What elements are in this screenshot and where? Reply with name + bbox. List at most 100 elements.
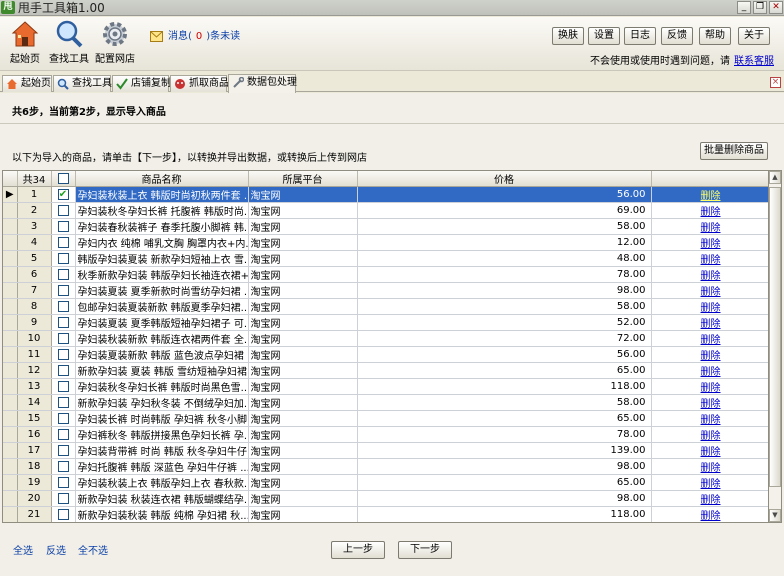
select-all-link[interactable]: 全选 <box>13 542 33 557</box>
delete-link[interactable]: 删除 <box>651 234 768 251</box>
row-checkbox[interactable] <box>57 492 69 504</box>
tab-home[interactable]: 起始页 <box>2 75 52 92</box>
row-checkbox-cell[interactable] <box>51 266 76 283</box>
row-checkbox[interactable] <box>57 364 69 376</box>
delete-link[interactable]: 删除 <box>651 378 768 395</box>
row-checkbox[interactable] <box>57 204 69 216</box>
table-row[interactable]: 13 孕妇装秋冬孕妇长裤 韩版时尚黑色雪... 淘宝网 118.00 删除 <box>3 378 768 395</box>
table-row[interactable]: 12 新款孕妇装 夏装 韩版 雪纺短袖孕妇裙... 淘宝网 65.00 删除 <box>3 362 768 379</box>
delete-link[interactable]: 删除 <box>651 346 768 363</box>
product-name-cell[interactable]: 孕妇内衣 纯棉 哺乳文胸 胸罩内衣+内... <box>75 234 249 251</box>
product-name-cell[interactable]: 孕妇装长裤 时尚韩版 孕妇裤 秋冬小脚... <box>75 410 249 427</box>
delete-link[interactable]: 删除 <box>651 394 768 411</box>
row-checkbox[interactable] <box>57 380 69 392</box>
tab-data-package[interactable]: 数据包处理 <box>228 74 297 93</box>
product-name-cell[interactable]: 孕妇装秋装新款 韩版连衣裙两件套 全... <box>75 330 249 347</box>
table-row[interactable]: 6 秋季新款孕妇装 韩版孕妇长袖连衣裙+... 淘宝网 78.00 删除 <box>3 266 768 283</box>
delete-link[interactable]: 删除 <box>651 314 768 331</box>
row-checkbox[interactable] <box>57 252 69 264</box>
select-all-header[interactable] <box>51 171 76 187</box>
table-row[interactable]: 2 孕妇装秋冬孕妇长裤 托腹裤 韩版时尚... 淘宝网 69.00 删除 <box>3 202 768 219</box>
restore-button[interactable]: ❐ <box>753 1 767 14</box>
product-name-cell[interactable]: 孕妇装夏装 夏季新款时尚雪纺孕妇裙 ... <box>75 282 249 299</box>
row-checkbox-cell[interactable]: ✔ <box>51 186 76 203</box>
product-name-cell[interactable]: 孕妇裤秋冬 韩版拼接黑色孕妇长裤 孕... <box>75 426 249 443</box>
row-checkbox-cell[interactable] <box>51 442 76 459</box>
prev-step-button[interactable]: 上一步 <box>331 541 385 559</box>
row-checkbox-cell[interactable] <box>51 346 76 363</box>
product-name-cell[interactable]: 新款孕妇装 秋装连衣裙 韩版蝴蝶结孕... <box>75 490 249 507</box>
product-name-cell[interactable]: 新款孕妇装秋装 韩版 纯棉 孕妇裙 秋... <box>75 506 249 522</box>
table-row[interactable]: 7 孕妇装夏装 夏季新款时尚雪纺孕妇裙 ... 淘宝网 98.00 删除 <box>3 282 768 299</box>
row-checkbox-cell[interactable] <box>51 202 76 219</box>
table-row[interactable]: ▶ 1 ✔ 孕妇装秋装上衣 韩版时尚初秋两件套 ... 淘宝网 56.00 删除 <box>3 186 768 203</box>
next-step-button[interactable]: 下一步 <box>398 541 452 559</box>
tab-grab-goods[interactable]: 抓取商品 <box>170 75 229 92</box>
table-row[interactable]: 21 新款孕妇装秋装 韩版 纯棉 孕妇裙 秋... 淘宝网 118.00 删除 <box>3 506 768 522</box>
delete-link[interactable]: 删除 <box>651 298 768 315</box>
delete-link[interactable]: 删除 <box>651 362 768 379</box>
scroll-up-arrow-icon[interactable]: ▲ <box>769 171 781 184</box>
contact-support-link[interactable]: 联系客服 <box>734 56 774 67</box>
product-name-cell[interactable]: 孕妇装春秋装裤子 春季托腹小脚裤 韩... <box>75 218 249 235</box>
row-checkbox[interactable] <box>57 412 69 424</box>
skin-button[interactable]: 换肤 <box>552 27 584 45</box>
delete-link[interactable]: 删除 <box>651 282 768 299</box>
row-checkbox-cell[interactable] <box>51 410 76 427</box>
config-shop-button[interactable]: 配置网店 <box>92 19 138 67</box>
minimize-button[interactable]: _ <box>737 1 751 14</box>
close-tab-button[interactable]: × <box>770 77 781 88</box>
table-row[interactable]: 20 新款孕妇装 秋装连衣裙 韩版蝴蝶结孕... 淘宝网 98.00 删除 <box>3 490 768 507</box>
table-row[interactable]: 16 孕妇裤秋冬 韩版拼接黑色孕妇长裤 孕... 淘宝网 78.00 删除 <box>3 426 768 443</box>
log-button[interactable]: 日志 <box>624 27 656 45</box>
row-checkbox[interactable] <box>57 508 69 520</box>
row-checkbox-cell[interactable] <box>51 362 76 379</box>
settings-button[interactable]: 设置 <box>588 27 620 45</box>
row-checkbox[interactable] <box>57 348 69 360</box>
scroll-thumb[interactable] <box>769 187 781 487</box>
delete-link[interactable]: 删除 <box>651 266 768 283</box>
delete-link[interactable]: 删除 <box>651 218 768 235</box>
platform-column-header[interactable]: 所属平台 <box>248 171 358 187</box>
row-checkbox-cell[interactable] <box>51 282 76 299</box>
batch-delete-button[interactable]: 批量删除商品 <box>700 142 768 160</box>
invert-selection-link[interactable]: 反选 <box>46 542 66 557</box>
product-name-cell[interactable]: 孕妇托腹裤 韩版 深蓝色 孕妇牛仔裤 ... <box>75 458 249 475</box>
row-checkbox-cell[interactable] <box>51 394 76 411</box>
row-checkbox[interactable] <box>57 396 69 408</box>
close-button[interactable]: ✕ <box>769 1 783 14</box>
table-row[interactable]: 9 孕妇装夏装 夏季韩版短袖孕妇裙子 可... 淘宝网 52.00 删除 <box>3 314 768 331</box>
product-name-cell[interactable]: 孕妇装秋装上衣 韩版时尚初秋两件套 ... <box>75 186 249 203</box>
table-row[interactable]: 14 新款孕妇装 孕妇秋冬装 不倒绒孕妇加... 淘宝网 58.00 删除 <box>3 394 768 411</box>
product-name-cell[interactable]: 孕妇装背带裤 时尚 韩版 秋冬孕妇牛仔... <box>75 442 249 459</box>
product-name-cell[interactable]: 孕妇装夏装新款 韩版 蓝色波点孕妇裙 ... <box>75 346 249 363</box>
about-button[interactable]: 关于 <box>738 27 770 45</box>
row-checkbox-cell[interactable] <box>51 298 76 315</box>
row-checkbox-cell[interactable] <box>51 490 76 507</box>
delete-link[interactable]: 删除 <box>651 442 768 459</box>
name-column-header[interactable]: 商品名称 <box>75 171 249 187</box>
table-row[interactable]: 3 孕妇装春秋装裤子 春季托腹小脚裤 韩... 淘宝网 58.00 删除 <box>3 218 768 235</box>
header-checkbox[interactable] <box>57 172 69 184</box>
help-button[interactable]: 帮助 <box>699 27 731 45</box>
delete-link[interactable]: 删除 <box>651 506 768 522</box>
feedback-button[interactable]: 反馈 <box>661 27 693 45</box>
message-notice[interactable]: 消息(0)条未读 <box>150 27 240 42</box>
delete-link[interactable]: 删除 <box>651 426 768 443</box>
table-row[interactable]: 18 孕妇托腹裤 韩版 深蓝色 孕妇牛仔裤 ... 淘宝网 98.00 删除 <box>3 458 768 475</box>
select-none-link[interactable]: 全不选 <box>78 542 108 557</box>
row-checkbox[interactable] <box>57 284 69 296</box>
table-row[interactable]: 4 孕妇内衣 纯棉 哺乳文胸 胸罩内衣+内... 淘宝网 12.00 删除 <box>3 234 768 251</box>
row-checkbox-cell[interactable] <box>51 330 76 347</box>
tab-shop-copy[interactable]: 店铺复制 <box>112 75 171 92</box>
table-row[interactable]: 11 孕妇装夏装新款 韩版 蓝色波点孕妇裙 ... 淘宝网 56.00 删除 <box>3 346 768 363</box>
row-checkbox-cell[interactable] <box>51 378 76 395</box>
product-name-cell[interactable]: 秋季新款孕妇装 韩版孕妇长袖连衣裙+... <box>75 266 249 283</box>
product-name-cell[interactable]: 孕妇装秋装时尚上衣 大码 孕妇卫衣 秋... <box>75 523 248 524</box>
delete-link[interactable]: 删除 <box>651 250 768 267</box>
delete-link[interactable]: 删除 <box>651 458 768 475</box>
product-name-cell[interactable]: 孕妇装秋装上衣 韩版孕妇上衣 春秋款... <box>75 474 249 491</box>
delete-link[interactable]: 删除 <box>651 202 768 219</box>
row-checkbox-cell[interactable] <box>51 474 76 491</box>
scroll-down-arrow-icon[interactable]: ▼ <box>769 509 781 522</box>
